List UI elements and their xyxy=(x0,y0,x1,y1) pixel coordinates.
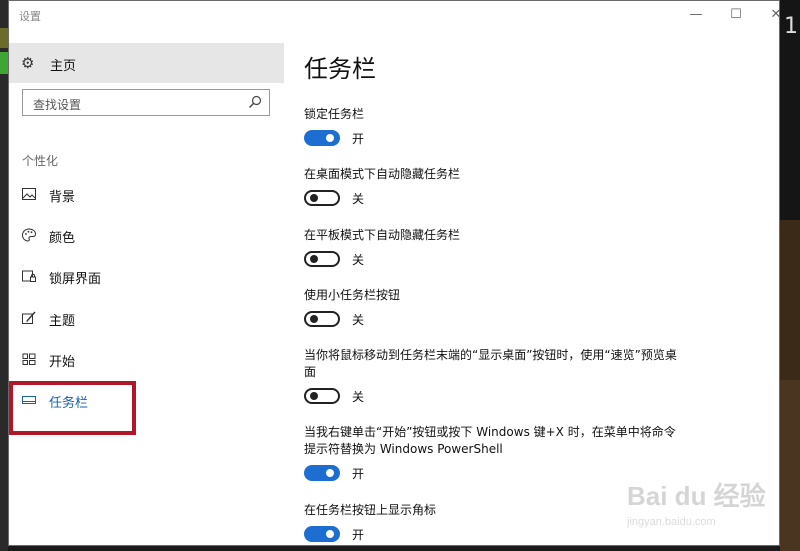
setting-label: 当我右键单击“开始”按钮或按下 Windows 键+X 时，在菜单中将命令提示符… xyxy=(304,425,676,456)
sidebar-item-background[interactable]: 背景 xyxy=(9,179,284,209)
toggle-state-text: 关 xyxy=(352,192,365,206)
sidebar-item-label: 颜色 xyxy=(49,231,76,246)
sidebar-item-label: 主题 xyxy=(49,314,76,329)
setting-label: 锁定任务栏 xyxy=(304,107,365,121)
settings-window: 设置 — ☐ ✕ ⚙ 主页 查找设置 个性化 背景 xyxy=(8,0,780,546)
sidebar-item-start[interactable]: 开始 xyxy=(9,344,284,374)
titlebar: 设置 — ☐ ✕ xyxy=(9,1,779,29)
setting-autohide-tablet: 在平板模式下自动隐藏任务栏 关 xyxy=(304,227,684,271)
theme-brush-icon xyxy=(22,311,36,324)
search-input[interactable]: 查找设置 xyxy=(33,96,81,113)
toggle-state-text: 关 xyxy=(352,390,365,404)
powershell-toggle[interactable] xyxy=(304,465,340,481)
toggle-state-text: 关 xyxy=(352,313,365,327)
gear-icon: ⚙ xyxy=(21,54,35,72)
start-grid-icon xyxy=(22,353,36,365)
lock-taskbar-toggle[interactable] xyxy=(304,130,340,146)
palette-icon xyxy=(21,228,37,242)
home-label: 主页 xyxy=(50,59,77,74)
sidebar-item-label: 背景 xyxy=(49,190,76,205)
toggle-state-text: 开 xyxy=(352,132,365,146)
toggle-state-text: 开 xyxy=(352,467,365,481)
desktop-background-right: 1 xyxy=(780,0,800,551)
page-title: 任务栏 xyxy=(304,55,376,83)
window-title: 设置 xyxy=(19,10,41,23)
setting-label: 当你将鼠标移动到任务栏末端的“显示桌面”按钮时，使用“速览”预览桌面 xyxy=(304,348,677,379)
setting-lock-taskbar: 锁定任务栏 开 xyxy=(304,106,684,150)
maximize-button[interactable]: ☐ xyxy=(721,5,751,25)
setting-autohide-desktop: 在桌面模式下自动隐藏任务栏 关 xyxy=(304,166,684,210)
autohide-desktop-toggle[interactable] xyxy=(304,190,340,206)
watermark-text: Bai du 经验 xyxy=(627,481,766,511)
badges-toggle[interactable] xyxy=(304,526,340,542)
search-icon[interactable] xyxy=(247,94,263,110)
baidu-watermark: Bai du 经验 jingyan.baidu.com xyxy=(609,466,779,545)
toggle-state-text: 关 xyxy=(352,253,365,267)
setting-label: 使用小任务栏按钮 xyxy=(304,288,401,302)
setting-peek-preview: 当你将鼠标移动到任务栏末端的“显示桌面”按钮时，使用“速览”预览桌面 关 xyxy=(304,347,684,408)
lockscreen-icon xyxy=(22,270,36,282)
sidebar-item-themes[interactable]: 主题 xyxy=(9,303,284,333)
sidebar-item-label: 开始 xyxy=(49,355,76,370)
setting-label: 在桌面模式下自动隐藏任务栏 xyxy=(304,167,461,181)
desktop-background-left xyxy=(0,0,8,551)
section-heading: 个性化 xyxy=(22,154,59,168)
highlight-annotation-box xyxy=(9,381,136,435)
toggle-state-text: 开 xyxy=(352,528,365,542)
sidebar-home[interactable]: ⚙ 主页 xyxy=(9,43,284,83)
autohide-tablet-toggle[interactable] xyxy=(304,251,340,267)
image-icon xyxy=(22,188,36,200)
minimize-button[interactable]: — xyxy=(681,5,711,25)
small-buttons-toggle[interactable] xyxy=(304,311,340,327)
sidebar-item-lockscreen[interactable]: 锁屏界面 xyxy=(9,261,284,291)
search-box[interactable]: 查找设置 xyxy=(22,89,270,116)
watermark-url: jingyan.baidu.com xyxy=(627,516,716,528)
peek-preview-toggle[interactable] xyxy=(304,388,340,404)
sidebar-item-colors[interactable]: 颜色 xyxy=(9,220,284,250)
sidebar-item-label: 锁屏界面 xyxy=(49,272,102,287)
sidebar: ⚙ 主页 查找设置 个性化 背景 颜色 锁屏界面 主题 开始 任务栏 xyxy=(9,43,284,545)
setting-small-buttons: 使用小任务栏按钮 关 xyxy=(304,287,684,331)
close-button[interactable]: ✕ xyxy=(761,5,779,25)
setting-label: 在平板模式下自动隐藏任务栏 xyxy=(304,228,461,242)
